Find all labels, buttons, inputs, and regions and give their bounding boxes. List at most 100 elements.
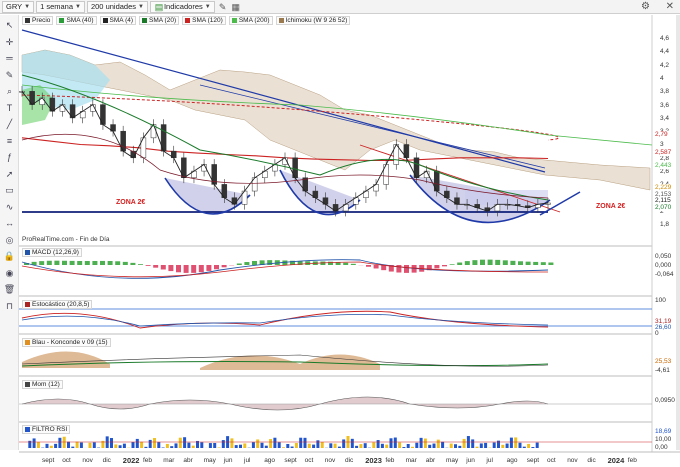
panel-tick: 100 — [655, 297, 666, 304]
panel-tick: 0,0950 — [655, 397, 675, 404]
month-label: ago — [506, 457, 518, 464]
blau-panel-title[interactable]: Blau - Konconde v 09 (15) — [22, 338, 111, 347]
legend-item[interactable]: SMA (4) — [99, 16, 137, 25]
rsi-filter-bar — [118, 445, 122, 448]
month-label: dic — [345, 457, 354, 464]
rsi-filter-bar — [277, 442, 281, 448]
rsi-filter-bar — [389, 438, 393, 448]
price-tick: 4,4 — [660, 48, 670, 56]
macd-histogram-bar — [183, 265, 189, 273]
rsi-filter-bar — [260, 442, 264, 448]
month-label: sept — [284, 457, 297, 464]
macd-histogram-bar — [472, 260, 478, 265]
macd-histogram-bar — [366, 265, 371, 267]
macd-histogram-bar — [39, 261, 45, 265]
legend-item[interactable]: SMA (120) — [182, 16, 226, 25]
mom-panel-title[interactable]: Mom (12) — [22, 380, 63, 389]
month-label: feb — [385, 457, 395, 464]
macd-histogram-bar — [236, 263, 242, 265]
rsi-filter-bar — [183, 437, 187, 448]
legend-swatch — [185, 18, 191, 23]
macd-histogram-bar — [77, 260, 83, 265]
month-label: dic — [587, 457, 596, 464]
macd-title-text: MACD (12,26,9) — [32, 249, 79, 256]
macd-histogram-bar — [457, 262, 463, 265]
month-label: oct — [62, 457, 71, 464]
rsi-filter-bar — [333, 443, 337, 448]
rsi-filter-bar — [88, 442, 92, 448]
rsi-filter-bar — [256, 439, 260, 448]
price-tick: 2,6 — [660, 168, 670, 175]
rsi-panel-title[interactable]: FILTRO RSI — [22, 425, 71, 434]
legend-item[interactable]: Precio — [22, 16, 54, 25]
rsi-filter-bar — [471, 439, 475, 448]
rsi-filter-bar — [449, 443, 453, 448]
rsi-filter-bar — [372, 442, 376, 448]
rsi-filter-bar — [122, 443, 126, 448]
month-label: feb — [143, 457, 153, 464]
rsi-filter-bar — [376, 440, 380, 448]
rsi-filter-bar — [527, 443, 531, 448]
rsi-filter-bar — [234, 445, 238, 448]
rsi-filter-bar — [303, 437, 307, 448]
rsi-filter-bar — [436, 439, 440, 448]
rsi-filter-bar — [286, 444, 290, 448]
macd-histogram-bar — [404, 265, 409, 273]
macd-histogram-bar — [46, 260, 52, 265]
month-label: jul — [486, 457, 493, 464]
legend-item[interactable]: SMA (200) — [228, 16, 273, 25]
macd-histogram-bar — [198, 265, 204, 273]
macd-histogram-bar — [214, 265, 219, 270]
month-label: sept — [526, 457, 540, 464]
chart-canvas[interactable] — [0, 0, 680, 467]
rsi-filter-bar — [243, 443, 247, 448]
panel-tick: 18,69 — [655, 428, 672, 435]
rsi-filter-bar — [187, 442, 191, 448]
rsi-filter-bar — [484, 442, 488, 448]
rsi-filter-bar — [290, 446, 294, 448]
scrollbar[interactable] — [676, 15, 680, 450]
rsi-filter-bar — [153, 438, 156, 448]
macd-histogram-bar — [373, 265, 379, 269]
rsi-filter-bar — [415, 442, 419, 448]
macd-histogram-bar — [138, 264, 143, 265]
month-label: dic — [102, 457, 111, 464]
legend-label: SMA (40) — [66, 17, 94, 24]
month-label: mar — [405, 457, 417, 464]
rsi-filter-bar — [385, 444, 389, 448]
main-legend: Precio SMA (40) SMA (4) SMA (20) SMA (120) SM… — [22, 16, 353, 25]
month-label: oct — [304, 457, 314, 464]
legend-item[interactable]: SMA (40) — [56, 16, 97, 25]
legend-item[interactable]: SMA (20) — [139, 16, 180, 25]
macd-histogram-bar — [396, 265, 402, 273]
rsi-filter-bar — [432, 443, 436, 448]
rsi-filter-bar — [230, 438, 234, 448]
price-tick: 3 — [660, 141, 664, 149]
rsi-filter-bar — [75, 441, 79, 448]
macd-histogram-bar — [442, 265, 447, 267]
macd-histogram-bar — [540, 262, 546, 265]
legend-item[interactable]: Ichimoku (W 9 26 52) — [275, 16, 351, 25]
rsi-filter-bar — [67, 441, 70, 448]
macd-histogram-bar — [191, 265, 197, 273]
price-tick: 1,8 — [660, 221, 670, 229]
rsi-filter-bar — [337, 446, 341, 448]
macd-histogram-bar — [153, 265, 159, 268]
rsi-filter-bar — [273, 437, 277, 448]
rsi-filter-bar — [531, 447, 535, 448]
macd-histogram-bar — [350, 263, 356, 265]
price-tick: 3,6 — [660, 101, 670, 109]
downtrend-line — [21, 29, 546, 173]
legend-label: Ichimoku (W 9 26 52) — [285, 17, 348, 24]
stochastic-panel-title[interactable]: Estocástico (20,8,5) — [22, 300, 93, 309]
rsi-filter-bar — [45, 443, 49, 448]
macd-panel-title[interactable]: MACD (12,26,9) — [22, 248, 82, 257]
macd-histogram-bar — [84, 261, 90, 265]
indicator-swatch — [25, 250, 30, 255]
price-tag: 2,79 — [653, 131, 670, 138]
rsi-filter-bar — [144, 446, 148, 448]
macd-histogram-bar — [533, 261, 539, 265]
macd-histogram-bar — [495, 259, 501, 265]
rsi-filter-bar — [200, 442, 204, 448]
rsi-filter-bar — [355, 445, 359, 448]
